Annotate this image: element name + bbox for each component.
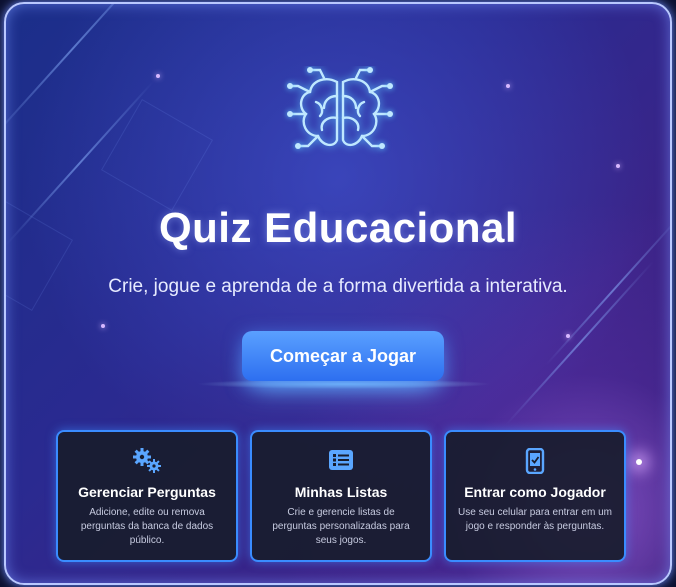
card-title: Minhas Listas bbox=[294, 484, 388, 500]
hexagon-decoration bbox=[100, 98, 214, 212]
sparkle bbox=[566, 334, 570, 338]
list-icon bbox=[329, 450, 353, 470]
card-join-as-player[interactable]: Entrar como Jogador Use seu celular para… bbox=[444, 430, 626, 562]
sparkle bbox=[156, 74, 160, 78]
page-title: Quiz Educacional bbox=[158, 204, 518, 251]
start-game-button[interactable]: Começar a Jogar bbox=[242, 331, 444, 381]
card-description: Crie e gerencie listas de perguntas pers… bbox=[272, 507, 410, 546]
card-title: Entrar como Jogador bbox=[464, 484, 606, 500]
card-manage-questions[interactable]: Gerenciar Perguntas Adicione, edite ou r… bbox=[56, 430, 238, 562]
card-title: Gerenciar Perguntas bbox=[78, 484, 216, 500]
card-my-lists[interactable]: Minhas Listas Crie e gerencie listas de … bbox=[250, 430, 432, 562]
card-description: Use seu celular para entrar em um jogo e… bbox=[458, 507, 612, 532]
sparkle bbox=[101, 324, 105, 328]
page-subtitle: Crie, jogue e aprenda de a forma diverti… bbox=[108, 276, 568, 297]
brain-circuit-icon bbox=[287, 67, 393, 149]
card-description: Adicione, edite ou remova perguntas da b… bbox=[80, 507, 214, 546]
app-frame: Quiz Educacional Crie, jogue e aprenda d… bbox=[4, 2, 672, 585]
sparkle bbox=[636, 459, 642, 465]
gears-icon bbox=[133, 448, 161, 473]
sparkle bbox=[616, 164, 620, 168]
mobile-icon bbox=[525, 448, 545, 474]
sparkle bbox=[506, 84, 510, 88]
